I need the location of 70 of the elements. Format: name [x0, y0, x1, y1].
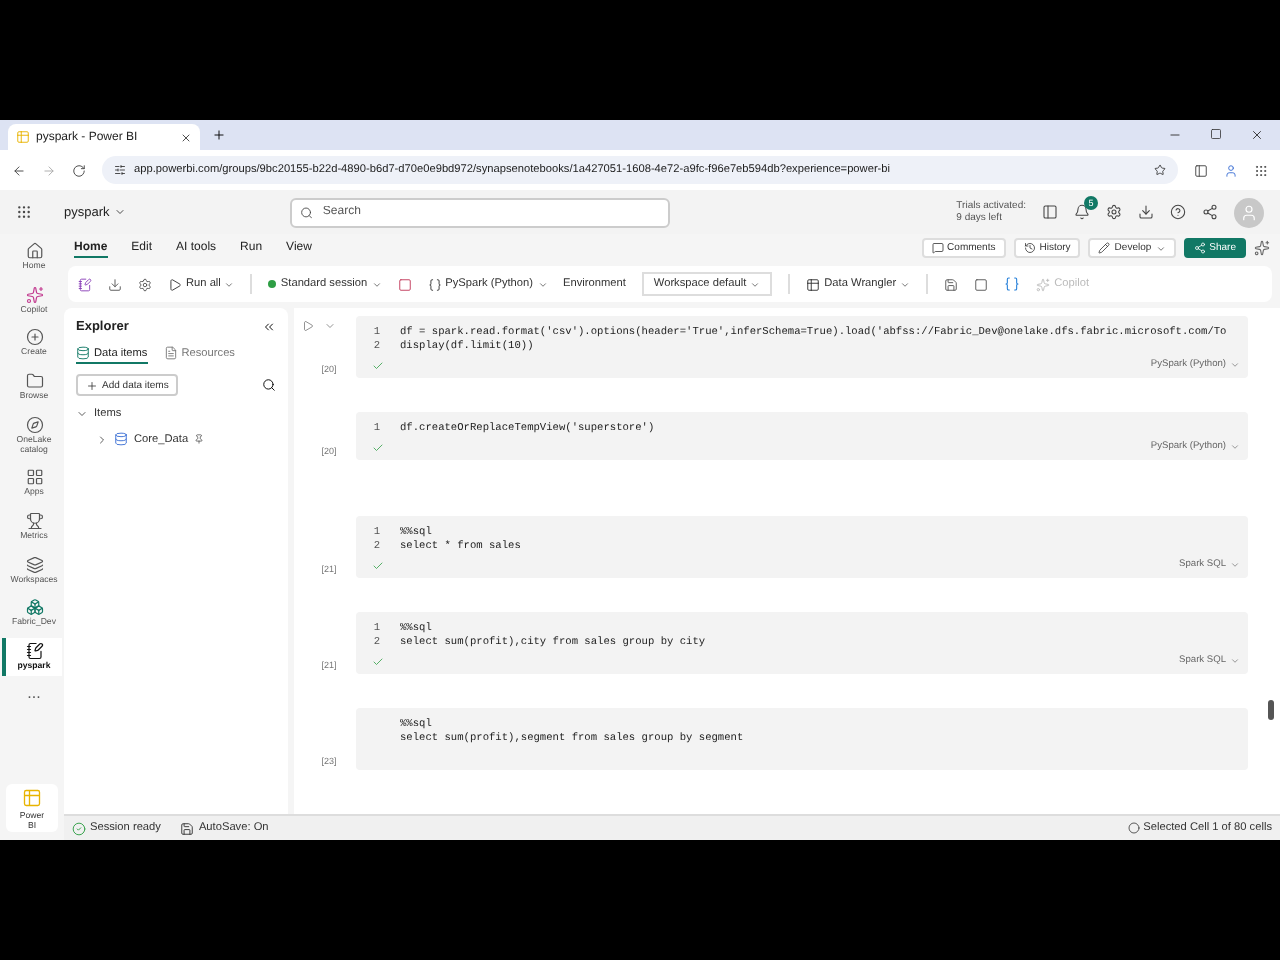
new-tab-icon	[212, 128, 226, 142]
scrollbar-thumb[interactable]	[1268, 700, 1274, 720]
play-icon	[168, 277, 182, 291]
share-icon	[1193, 242, 1206, 254]
chevron-down-icon	[224, 279, 235, 289]
save-icon	[180, 821, 195, 835]
chevron-down-icon	[1230, 656, 1240, 666]
copilot-icon	[25, 285, 43, 304]
close-icon	[180, 131, 192, 143]
comment-icon	[931, 242, 944, 254]
database-icon	[114, 432, 128, 446]
site-settings-icon	[114, 164, 126, 176]
chevron-down-icon	[900, 279, 911, 289]
reload-icon	[72, 163, 86, 177]
check-circle-icon	[72, 821, 86, 835]
search-icon	[299, 205, 313, 219]
person-icon	[1240, 203, 1258, 221]
plus-icon	[86, 379, 98, 391]
profile-icon	[1224, 163, 1238, 177]
chevron-down-icon	[1230, 442, 1240, 452]
share-icon	[1202, 204, 1218, 220]
search-icon	[262, 378, 276, 392]
code-icon	[427, 277, 442, 291]
save-icon	[944, 277, 959, 291]
pin-icon	[194, 434, 205, 444]
chevron-down-icon	[537, 279, 547, 289]
chevron-down-icon	[324, 320, 336, 332]
collapse-icon	[262, 320, 276, 334]
database-icon	[76, 346, 90, 360]
settings-icon	[138, 277, 152, 291]
copilot-icon	[1254, 240, 1270, 256]
notebook-icon	[78, 277, 92, 291]
app-launcher-icon	[16, 204, 32, 220]
workspace-icon	[25, 598, 43, 617]
maximize-icon	[1210, 128, 1222, 140]
settings-icon	[1106, 204, 1122, 220]
side-panel-icon	[1194, 163, 1208, 177]
home-icon	[25, 242, 43, 260]
file-icon	[163, 346, 178, 360]
copilot-icon	[1036, 277, 1051, 291]
chevron-down-icon	[750, 279, 761, 289]
download-icon	[108, 277, 122, 291]
nav-item[interactable]: ...	[2, 681, 62, 708]
notification-icon	[1074, 204, 1090, 220]
panel-icon	[1042, 204, 1058, 220]
star-icon	[1154, 164, 1166, 176]
create-icon	[25, 328, 43, 347]
help-icon	[1170, 204, 1186, 220]
notebook-icon	[25, 642, 43, 661]
close-icon	[1250, 128, 1264, 142]
apps-icon	[25, 468, 43, 487]
download-icon	[1138, 204, 1154, 220]
chevron-down-icon	[1155, 243, 1166, 253]
stop-icon	[397, 277, 412, 291]
status-dot	[268, 280, 277, 288]
chevron-down-icon	[371, 279, 382, 289]
table-icon	[806, 277, 821, 291]
frame-icon	[974, 277, 989, 291]
chevron-down-icon	[1230, 360, 1240, 370]
pencil-icon	[1098, 242, 1111, 254]
back-icon	[12, 163, 26, 177]
forward-icon	[42, 163, 56, 177]
browse-icon	[25, 372, 43, 391]
run-icon	[302, 320, 314, 332]
chevron-down-icon	[76, 408, 88, 420]
chevron-down-icon	[113, 206, 126, 218]
chevron-right-icon	[96, 433, 108, 445]
minimize-icon	[1168, 128, 1182, 142]
chevron-down-icon	[1230, 560, 1240, 570]
history-icon	[1023, 242, 1036, 254]
